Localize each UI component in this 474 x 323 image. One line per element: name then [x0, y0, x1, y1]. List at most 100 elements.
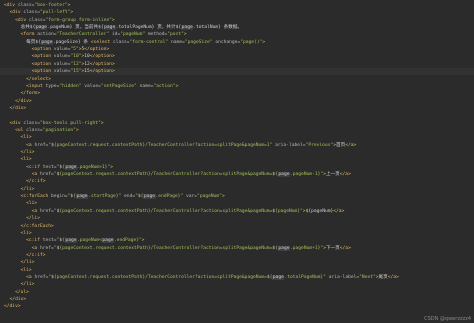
code-line[interactable]: </li> — [0, 259, 474, 266]
code-token: <a — [4, 208, 40, 214]
code-line[interactable]: </div> — [0, 303, 474, 310]
code-line[interactable]: <div class="form-group form-inline"> — [0, 17, 474, 24]
code-token: "box-footer" — [34, 3, 68, 8]
code-line[interactable]: <input type="hidden" value="setPageSize"… — [0, 83, 474, 90]
code-token: <a — [4, 142, 35, 148]
code-line[interactable]: <li> — [0, 267, 474, 274]
code-token: page — [277, 245, 290, 251]
code-line[interactable]: <a href="${pageContext.request.contextPa… — [0, 142, 474, 149]
code-line[interactable]: <li> — [0, 200, 474, 207]
code-line[interactable]: </li> — [0, 149, 474, 156]
code-token: <div — [4, 10, 24, 16]
code-line[interactable]: <li> — [0, 134, 474, 141]
code-token: 总共 — [4, 25, 30, 31]
code-token: 首页 — [336, 142, 346, 148]
code-line[interactable]: <div class="box-tools pull-right"> — [0, 120, 474, 127]
code-token: > — [262, 39, 266, 45]
code-line[interactable]: </div> — [0, 105, 474, 112]
code-editor[interactable]: <div class="box-footer"> <div class="pul… — [0, 0, 474, 323]
code-line[interactable]: 总共${page.pageNum} 页，当前共${page.totalPageN… — [0, 24, 474, 31]
code-token: <c:forEach — [4, 194, 52, 200]
code-line[interactable]: </c:if> — [0, 178, 474, 185]
code-token: <ul — [4, 127, 27, 133]
code-token: "action" — [153, 83, 176, 89]
code-token: <form — [4, 32, 38, 38]
code-line[interactable]: </ul> — [0, 289, 474, 296]
code-token: .pageSize} — [52, 39, 81, 45]
code-token: begin= — [51, 194, 68, 200]
code-line[interactable]: <li> — [0, 230, 474, 237]
code-token: 下一页 — [325, 245, 340, 251]
code-line[interactable]: <a href="${pageContext.request.contextPa… — [0, 208, 474, 215]
code-token: value= — [53, 54, 71, 60]
code-token: <li> — [4, 201, 38, 207]
code-line[interactable]: </li> — [0, 186, 474, 193]
code-token: {pageNum}" — [275, 208, 303, 214]
code-line[interactable]: </form> — [0, 90, 474, 97]
code-token: </a> — [345, 142, 357, 148]
code-token: class= — [23, 120, 40, 126]
code-token: <option — [4, 69, 54, 75]
code-token: end= — [121, 194, 136, 200]
code-token: > — [175, 83, 179, 89]
code-line[interactable]: <li> — [0, 156, 474, 163]
code-line[interactable]: <form action="TeacherController" id="pag… — [0, 31, 474, 38]
code-line[interactable]: <div class="box-footer"> — [0, 2, 474, 9]
code-token: </c:forEach> — [4, 223, 54, 229]
code-line[interactable]: <option value="10">10</option> — [0, 53, 474, 60]
code-token: class= — [28, 17, 46, 23]
code-line[interactable]: <div class="pull-left"> — [0, 9, 474, 16]
code-line[interactable]: <option value="15">15</option> — [0, 68, 474, 76]
code-line[interactable]: 每页${page.pageSize} 条 <select class="form… — [0, 39, 474, 46]
code-line[interactable]: </div> — [0, 296, 474, 303]
code-token: id= — [109, 32, 121, 38]
code-token: value= — [53, 69, 71, 75]
code-line[interactable]: <option value="5">5</option> — [0, 46, 474, 53]
code-token: .endPage}" — [113, 238, 142, 244]
code-token: {pageContext.request.contextPath}/Teache… — [59, 245, 273, 251]
code-token: </li> — [4, 216, 40, 222]
code-line[interactable]: </li> — [0, 281, 474, 288]
code-token: <li> — [4, 230, 32, 236]
code-token: {pageNum} — [308, 208, 334, 214]
code-token: <a — [4, 172, 40, 178]
code-token: aria-label= — [272, 142, 306, 148]
code-line[interactable]: <ul class="pagination"> — [0, 127, 474, 134]
code-token: .pageNum-1}" — [289, 172, 324, 178]
code-line[interactable]: <option value="12">12</option> — [0, 61, 474, 68]
code-token: page — [181, 25, 194, 31]
code-line[interactable]: </c:forEach> — [0, 223, 474, 230]
code-line[interactable]: </select> — [0, 76, 474, 83]
code-token: <c:if — [4, 164, 43, 170]
code-token: .pageNum} 页，当前共 — [47, 25, 99, 31]
code-line[interactable]: <c:forEach begin="${page.startPage}" end… — [0, 193, 474, 200]
code-token: class= — [112, 39, 130, 45]
code-line[interactable]: <c:if test="${page.pageNum>1}"> — [0, 164, 474, 171]
code-token: "form-control" — [129, 39, 169, 45]
code-token: </a> — [387, 274, 399, 280]
code-token: > — [141, 238, 145, 244]
code-token: .pageNum>1}" — [77, 164, 111, 170]
code-token: > — [67, 3, 71, 8]
code-line[interactable]: <a href="${pageContext.request.contextPa… — [0, 274, 474, 281]
code-line[interactable]: </div> — [0, 98, 474, 105]
code-token: <option — [4, 61, 54, 67]
code-token: </div> — [4, 98, 32, 104]
code-token: </div> — [4, 304, 21, 310]
code-token: {pageContext.request.contextPath}/Teache… — [53, 142, 273, 148]
code-line[interactable] — [0, 112, 474, 119]
code-token: action= — [37, 32, 57, 38]
code-token: type= — [45, 83, 60, 89]
code-line[interactable]: </li> — [0, 215, 474, 222]
code-token: class= — [17, 3, 35, 8]
code-line[interactable]: <c:if test="${page.pageNum<page.endPage}… — [0, 237, 474, 244]
code-token: </div> — [4, 297, 27, 302]
code-token: onchange= — [212, 39, 241, 45]
code-token: "pageNum" — [197, 194, 222, 200]
code-token: page — [272, 274, 285, 280]
code-token: <div — [4, 17, 29, 23]
code-line[interactable]: </c:if> — [0, 252, 474, 259]
code-line[interactable]: <a href="${pageContext.request.contextPa… — [0, 171, 474, 178]
code-token: page — [103, 25, 116, 31]
code-line[interactable]: <a href="${pageContext.request.contextPa… — [0, 245, 474, 252]
